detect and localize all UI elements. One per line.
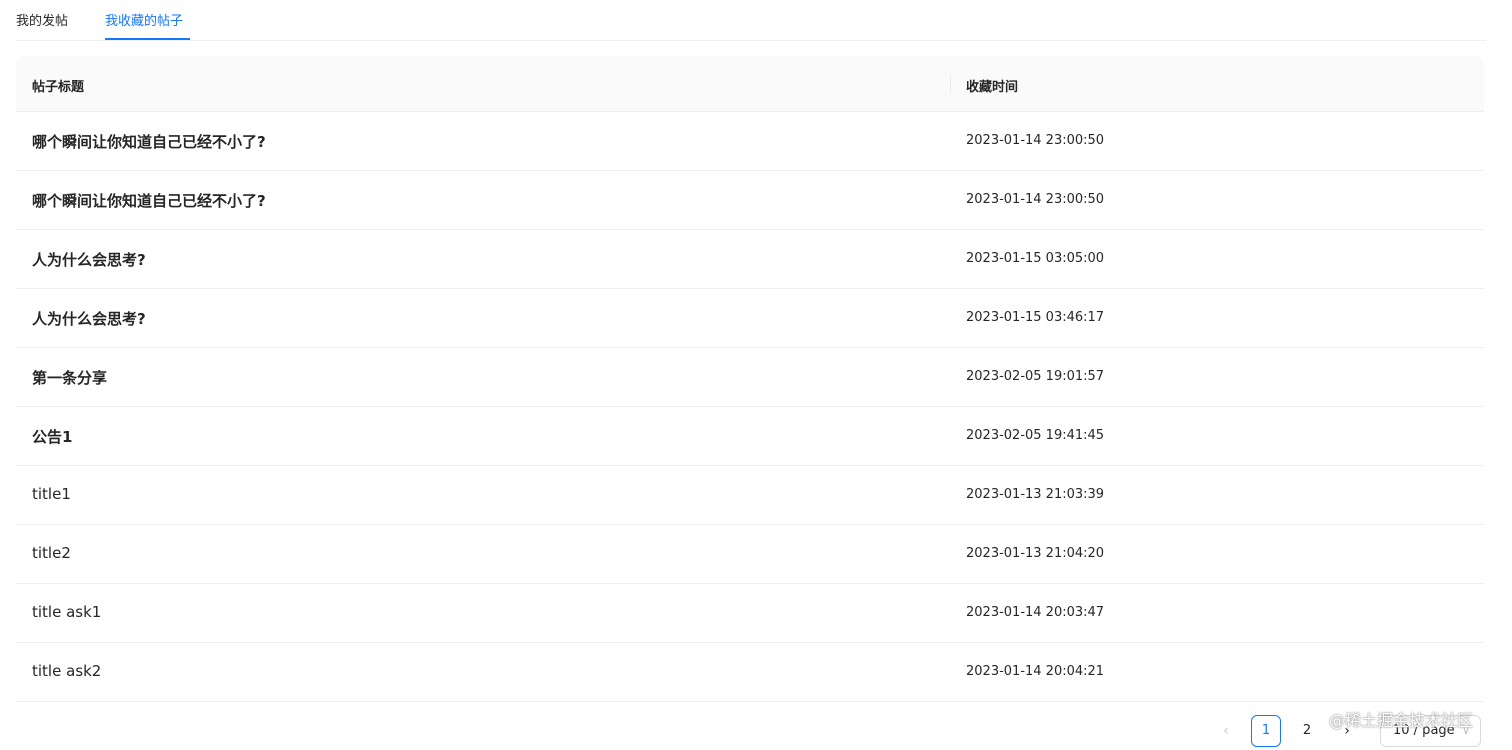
post-title[interactable]: title ask1 bbox=[32, 603, 101, 621]
post-title[interactable]: title2 bbox=[32, 544, 71, 562]
favorite-time: 2023-01-14 20:03:47 bbox=[966, 605, 1105, 620]
table-row[interactable]: 人为什么会思考? 2023-01-15 03:46:17 bbox=[16, 289, 1484, 348]
favorite-time: 2023-01-14 20:04:21 bbox=[966, 664, 1105, 679]
tab-bar: 我的发帖 我收藏的帖子 bbox=[16, 0, 1486, 41]
tab-my-favorites[interactable]: 我收藏的帖子 bbox=[105, 10, 183, 29]
left-chevron-icon[interactable]: ‹ bbox=[1212, 715, 1240, 747]
post-title[interactable]: 哪个瞬间让你知道自己已经不小了? bbox=[32, 131, 266, 152]
table-row[interactable]: title1 2023-01-13 21:03:39 bbox=[16, 466, 1484, 525]
active-tab-indicator bbox=[105, 38, 190, 40]
table-row[interactable]: 第一条分享 2023-02-05 19:01:57 bbox=[16, 348, 1484, 407]
table-row[interactable]: 人为什么会思考? 2023-01-15 03:05:00 bbox=[16, 230, 1484, 289]
table-header: 帖子标题 收藏时间 bbox=[16, 56, 1484, 112]
table-row[interactable]: title ask1 2023-01-14 20:03:47 bbox=[16, 584, 1484, 643]
page-button-1[interactable]: 1 bbox=[1251, 715, 1281, 747]
page-button-2[interactable]: 2 bbox=[1292, 715, 1322, 747]
table-row[interactable]: 哪个瞬间让你知道自己已经不小了? 2023-01-14 23:00:50 bbox=[16, 171, 1484, 230]
favorites-table: 帖子标题 收藏时间 哪个瞬间让你知道自己已经不小了? 2023-01-14 23… bbox=[16, 56, 1484, 702]
favorite-time: 2023-01-15 03:46:17 bbox=[966, 310, 1105, 325]
table-row[interactable]: title2 2023-01-13 21:04:20 bbox=[16, 525, 1484, 584]
table-row[interactable]: title ask2 2023-01-14 20:04:21 bbox=[16, 643, 1484, 702]
post-title[interactable]: 人为什么会思考? bbox=[32, 249, 146, 270]
column-divider bbox=[950, 74, 951, 94]
table-body: 哪个瞬间让你知道自己已经不小了? 2023-01-14 23:00:50 哪个瞬… bbox=[16, 112, 1484, 702]
watermark: @稀土掘金技术社区 bbox=[1329, 711, 1474, 730]
favorite-time: 2023-02-05 19:01:57 bbox=[966, 369, 1105, 384]
favorite-time: 2023-02-05 19:41:45 bbox=[966, 428, 1105, 443]
favorites-page: 我的发帖 我收藏的帖子 帖子标题 收藏时间 哪个瞬间让你知道自己已经不小了? 2… bbox=[0, 0, 1512, 750]
tab-my-posts[interactable]: 我的发帖 bbox=[16, 10, 68, 29]
post-title[interactable]: title1 bbox=[32, 485, 71, 503]
favorite-time: 2023-01-13 21:04:20 bbox=[966, 546, 1105, 561]
favorite-time: 2023-01-15 03:05:00 bbox=[966, 251, 1105, 266]
column-header-title: 帖子标题 bbox=[32, 80, 85, 95]
post-title[interactable]: 哪个瞬间让你知道自己已经不小了? bbox=[32, 190, 266, 211]
table-row[interactable]: 公告1 2023-02-05 19:41:45 bbox=[16, 407, 1484, 466]
table-row[interactable]: 哪个瞬间让你知道自己已经不小了? 2023-01-14 23:00:50 bbox=[16, 112, 1484, 171]
post-title[interactable]: 公告1 bbox=[32, 426, 72, 447]
favorite-time: 2023-01-14 23:00:50 bbox=[966, 192, 1105, 207]
column-header-time: 收藏时间 bbox=[966, 80, 1019, 95]
post-title[interactable]: title ask2 bbox=[32, 662, 101, 680]
favorite-time: 2023-01-14 23:00:50 bbox=[966, 133, 1105, 148]
favorite-time: 2023-01-13 21:03:39 bbox=[966, 487, 1105, 502]
post-title[interactable]: 第一条分享 bbox=[32, 367, 107, 388]
post-title[interactable]: 人为什么会思考? bbox=[32, 308, 146, 329]
